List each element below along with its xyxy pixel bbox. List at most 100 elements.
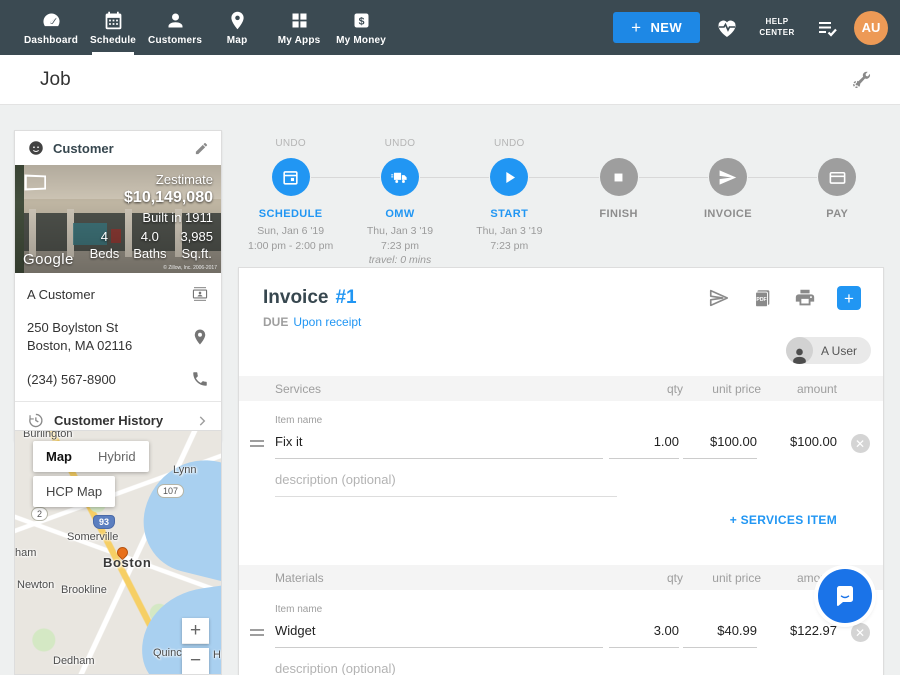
due-value-link[interactable]: Upon receipt [293,315,361,329]
step-dates: Thu, Jan 3 '197:23 pmtravel: 0 mins [367,224,433,268]
travel-time: travel: 0 mins [369,254,431,266]
step-dates: Sun, Jan 6 '191:00 pm - 2:00 pm [248,224,333,253]
zestimate-value: $10,149,080 [90,189,213,207]
health-heart-icon[interactable] [715,16,739,40]
streetview-expand-icon[interactable] [25,174,46,190]
unit-price-input[interactable] [683,623,757,648]
omw-step-button[interactable] [381,158,419,196]
remove-item-button[interactable]: ✕ [851,623,870,642]
help-center-label[interactable]: HELP CENTER [754,17,800,39]
map-label-hingham: Hi [213,649,222,661]
truck-icon [390,168,409,187]
map-label-lynn: Lynn [173,464,196,476]
add-services-item-link[interactable]: + SERVICES ITEM [730,513,837,527]
calendar-icon [281,168,300,187]
qty-input[interactable] [609,623,679,648]
nav-tab-map[interactable]: Map [206,0,268,55]
timeline-step-start: UNDO START Thu, Jan 3 '197:23 pm [455,138,564,268]
map-label-burlington: Burlington [23,430,73,440]
baths-label: Baths [133,246,166,263]
invoice-step-button[interactable] [709,158,747,196]
nav-tab-my-apps[interactable]: My Apps [268,0,330,55]
drag-handle[interactable] [239,440,275,459]
invoice-number[interactable]: #1 [335,287,356,309]
map-widget[interactable]: Burlington Lynn 107 2 93 Somerville ham … [14,430,222,675]
job-tools-icon[interactable] [850,69,872,91]
plus-icon: + [631,18,641,38]
item-name-label: Item name [275,604,603,615]
materials-section-header: Materials qty unit price amount [239,565,883,590]
assigned-user-pill[interactable]: A User [786,337,871,364]
step-label: OMW [385,208,414,220]
description-input[interactable] [275,472,617,497]
phone-icon[interactable] [191,370,209,388]
invoice-title: Invoice [263,287,328,309]
hcp-map-button[interactable]: HCP Map [33,476,115,507]
user-silhouette-icon [786,337,813,364]
nav-tab-label: Customers [148,35,202,46]
beds-label: Beds [90,246,120,263]
customer-phone-row: (234) 567-8900 [15,362,221,396]
sqft-label: Sq.ft. [180,246,213,263]
finish-step-button[interactable] [600,158,638,196]
qty-input[interactable] [609,434,679,459]
money-icon: $ [351,10,372,31]
section-name: Services [275,382,613,396]
chat-launcher-button[interactable] [818,569,872,623]
services-section-header: Services qty unit price amount [239,376,883,401]
customer-name: A Customer [27,287,95,302]
zestimate-label: Zestimate [90,172,213,187]
nav-tab-schedule[interactable]: Schedule [82,0,144,55]
undo-omw-link[interactable]: UNDO [385,138,416,152]
edit-pencil-icon[interactable] [194,141,209,156]
map-pin-icon [227,10,248,31]
step-label: FINISH [599,208,637,220]
map-zoom-in-button[interactable]: + [182,618,209,644]
service-description-row [275,471,617,497]
start-step-button[interactable] [490,158,528,196]
send-invoice-icon[interactable] [708,287,730,309]
nav-tab-dashboard[interactable]: Dashboard [20,0,82,55]
location-pin-icon[interactable] [191,328,209,346]
print-icon[interactable] [794,287,816,309]
nav-tab-label: My Money [336,35,386,46]
user-avatar[interactable]: AU [854,11,888,45]
nav-tab-label: Map [227,35,248,46]
item-name-input[interactable] [275,434,603,459]
unit-price-input[interactable] [683,434,757,459]
description-input[interactable] [275,661,617,675]
schedule-icon [103,10,124,31]
map-zoom-out-button[interactable]: − [182,648,209,674]
assigned-user-name: A User [821,344,857,358]
remove-item-button[interactable]: ✕ [851,434,870,453]
pdf-icon[interactable]: PDF [751,287,773,309]
undo-schedule-link[interactable]: UNDO [275,138,306,152]
add-invoice-button[interactable]: + [837,286,861,310]
map-type-toggle: Map Hybrid [33,441,149,472]
play-icon [500,168,519,187]
address-line1: 250 Boylston St [27,320,118,335]
contact-card-icon[interactable] [191,285,209,303]
google-logo: Google [23,251,74,268]
phone-number: (234) 567-8900 [27,372,116,387]
line-amount: $100.00 [757,434,837,459]
drag-handle[interactable] [239,629,275,648]
task-list-icon[interactable] [815,16,839,40]
apps-grid-icon [289,10,310,31]
nav-tab-my-money[interactable]: $ My Money [330,0,392,55]
nav-tab-customers[interactable]: Customers [144,0,206,55]
invoice-card: Invoice #1 PDF + DUEUpon receipt A Us [238,267,884,675]
svg-text:$: $ [358,15,364,27]
new-button[interactable]: + NEW [613,12,700,43]
new-button-label: NEW [650,20,682,35]
property-streetview-photo[interactable]: Zestimate $10,149,080 Built in 1911 4Bed… [15,165,221,273]
credit-card-icon [828,168,847,187]
pay-step-button[interactable] [818,158,856,196]
item-name-input[interactable] [275,623,603,648]
i93-badge: 93 [93,515,115,529]
undo-start-link[interactable]: UNDO [494,138,525,152]
map-type-hybrid-button[interactable]: Hybrid [85,441,149,472]
map-type-map-button[interactable]: Map [33,441,85,472]
schedule-step-button[interactable] [272,158,310,196]
unit-price-column-header: unit price [683,571,761,585]
